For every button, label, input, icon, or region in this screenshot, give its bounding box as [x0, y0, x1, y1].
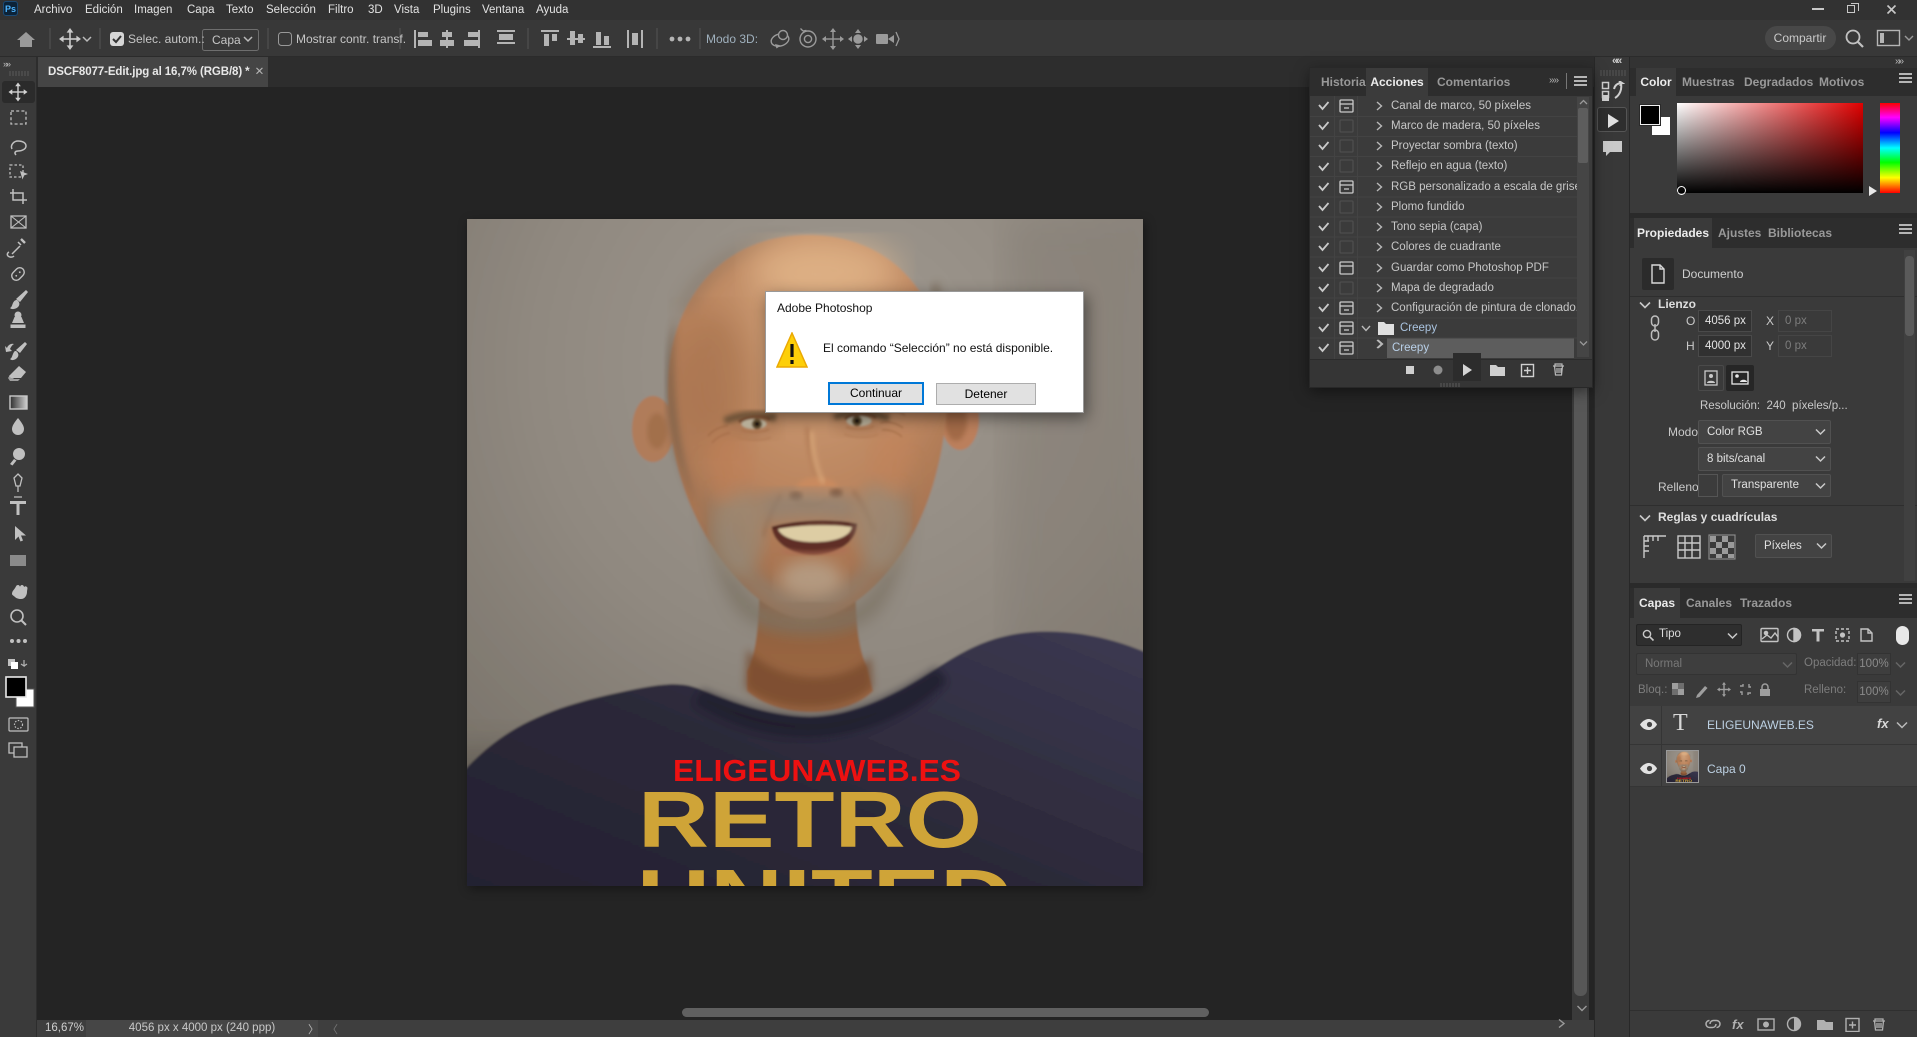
- svg-text:UNITED: UNITED: [637, 853, 1013, 886]
- svg-text:Modo 3D:: Modo 3D:: [706, 32, 758, 46]
- svg-text:RETRO: RETRO: [638, 775, 982, 864]
- svg-text:Compartir: Compartir: [1774, 31, 1827, 45]
- svg-text:fx: fx: [1732, 1017, 1744, 1032]
- svg-text:»»: »»: [3, 59, 11, 69]
